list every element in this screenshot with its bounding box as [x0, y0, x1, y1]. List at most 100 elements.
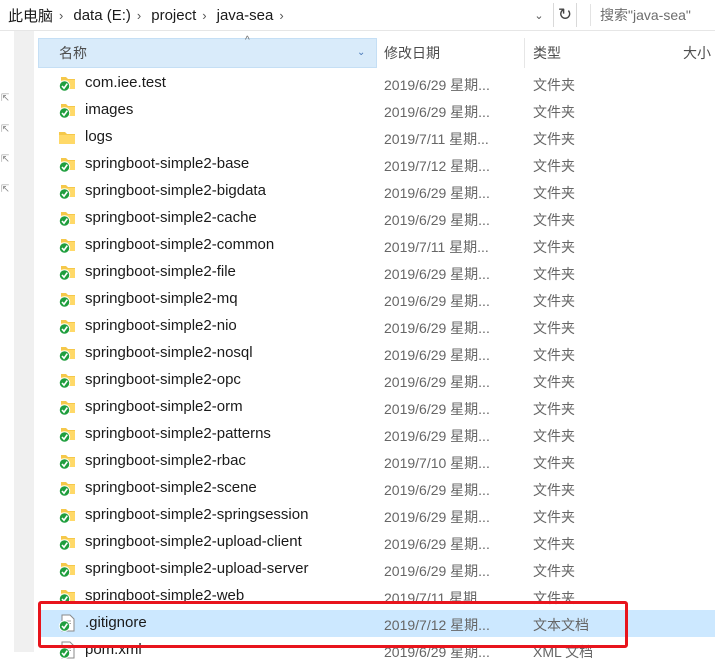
- file-date: 2019/6/29 星期...: [384, 482, 490, 498]
- file-row[interactable]: springboot-simple2-rbac 2019/7/10 星期... 文件…: [38, 448, 715, 475]
- column-header-name[interactable]: 名称 ^ ⌄: [38, 35, 377, 68]
- column-header-type[interactable]: 类型: [533, 38, 683, 68]
- file-type: 文件夹: [533, 536, 575, 552]
- file-name: springboot-simple2-bigdata: [85, 182, 266, 199]
- file-name: springboot-simple2-cache: [85, 209, 257, 226]
- file-row[interactable]: springboot-simple2-mq 2019/6/29 星期... 文件夹: [38, 286, 715, 313]
- file-row[interactable]: springboot-simple2-file 2019/6/29 星期... 文件…: [38, 259, 715, 286]
- file-name: springboot-simple2-upload-client: [85, 533, 302, 550]
- file-name: springboot-simple2-nio: [85, 317, 237, 334]
- breadcrumb-project[interactable]: project: [143, 7, 200, 24]
- file-name: images: [85, 101, 134, 118]
- file-row[interactable]: springboot-simple2-base 2019/7/12 星期... 文件…: [38, 151, 715, 178]
- file-date: 2019/6/29 星期...: [384, 77, 490, 93]
- navigation-pane-edge: ⇱ ⇱ ⇱ ⇱: [0, 31, 14, 652]
- column-header-type-label: 类型: [533, 45, 561, 61]
- file-type: 文件夹: [533, 320, 575, 336]
- file-type: 文件夹: [533, 401, 575, 417]
- file-row[interactable]: springboot-simple2-common 2019/7/11 星期...…: [38, 232, 715, 259]
- file-row[interactable]: springboot-simple2-patterns 2019/6/29 星期.…: [38, 421, 715, 448]
- file-row[interactable]: springboot-simple2-bigdata 2019/6/29 星期..…: [38, 178, 715, 205]
- address-history-dropdown-icon[interactable]: ⌄: [529, 4, 549, 26]
- folder-git-check-icon: [58, 74, 76, 92]
- search-input[interactable]: 搜索"java-sea": [590, 4, 715, 26]
- refresh-icon[interactable]: ↻: [553, 3, 577, 27]
- breadcrumb-drive-e[interactable]: data (E:): [65, 7, 135, 24]
- file-name: springboot-simple2-base: [85, 155, 250, 172]
- file-row[interactable]: springboot-simple2-cache 2019/6/29 星期... 文…: [38, 205, 715, 232]
- file-date: 2019/7/11 星期...: [384, 131, 489, 147]
- file-type: 文件夹: [533, 185, 575, 201]
- column-header-row: 名称 ^ ⌄ 修改日期 类型 大小: [38, 35, 715, 68]
- column-filter-dropdown-icon[interactable]: ⌄: [357, 47, 365, 58]
- folder-git-check-icon: [58, 209, 76, 227]
- folder-git-check-icon: [58, 236, 76, 254]
- folder-git-check-icon: [58, 479, 76, 497]
- folder-git-check-icon: [58, 371, 76, 389]
- file-row[interactable]: logs 2019/7/11 星期... 文件夹: [38, 124, 715, 151]
- file-name: springboot-simple2-springsession: [85, 506, 309, 523]
- folder-git-check-icon: [58, 398, 76, 416]
- breadcrumb-chevron-icon[interactable]: ›: [277, 8, 285, 23]
- file-type: 文件夹: [533, 455, 575, 471]
- pin-icon: ⇱: [1, 124, 10, 135]
- pin-icon: ⇱: [1, 154, 10, 165]
- file-date: 2019/6/29 星期...: [384, 428, 490, 444]
- file-date: 2019/7/10 星期...: [384, 455, 490, 471]
- file-row[interactable]: images 2019/6/29 星期... 文件夹: [38, 97, 715, 124]
- breadcrumb-this-pc[interactable]: 此电脑: [0, 5, 57, 26]
- file-row[interactable]: springboot-simple2-upload-client 2019/6/2…: [38, 529, 715, 556]
- file-row[interactable]: springboot-simple2-nio 2019/6/29 星期... 文件夹: [38, 313, 715, 340]
- address-bar: 此电脑 › data (E:) › project › java-sea › ⌄…: [0, 0, 715, 31]
- breadcrumb-java-sea[interactable]: java-sea: [209, 7, 278, 24]
- column-header-date[interactable]: 修改日期: [384, 38, 525, 68]
- file-row[interactable]: springboot-simple2-springsession 2019/6/2…: [38, 502, 715, 529]
- file-date: 2019/7/12 星期...: [384, 158, 490, 174]
- file-type: 文件夹: [533, 239, 575, 255]
- file-type: 文件夹: [533, 131, 575, 147]
- column-header-date-label: 修改日期: [384, 45, 440, 61]
- file-type: 文件夹: [533, 77, 575, 93]
- pin-icon: ⇱: [1, 93, 10, 104]
- folder-icon: [58, 128, 76, 146]
- file-type: 文件夹: [533, 509, 575, 525]
- breadcrumb-chevron-icon[interactable]: ›: [57, 8, 65, 23]
- file-name: springboot-simple2-file: [85, 263, 236, 280]
- file-name: springboot-simple2-nosql: [85, 344, 253, 361]
- file-row[interactable]: springboot-simple2-upload-server 2019/6/2…: [38, 556, 715, 583]
- folder-git-check-icon: [58, 263, 76, 281]
- file-type: 文件夹: [533, 428, 575, 444]
- file-name: springboot-simple2-orm: [85, 398, 243, 415]
- file-type: 文件夹: [533, 293, 575, 309]
- column-header-size[interactable]: 大小: [683, 38, 715, 68]
- breadcrumb-chevron-icon[interactable]: ›: [135, 8, 143, 23]
- file-name: springboot-simple2-rbac: [85, 452, 246, 469]
- file-name: springboot-simple2-common: [85, 236, 275, 253]
- file-date: 2019/6/29 星期...: [384, 536, 490, 552]
- folder-git-check-icon: [58, 425, 76, 443]
- column-header-size-label: 大小: [683, 45, 711, 61]
- folder-git-check-icon: [58, 344, 76, 362]
- file-date: 2019/6/29 星期...: [384, 320, 490, 336]
- file-name: springboot-simple2-upload-server: [85, 560, 309, 577]
- file-date: 2019/6/29 星期...: [384, 185, 490, 201]
- folder-git-check-icon: [58, 533, 76, 551]
- navigation-pane-scrollbar[interactable]: [14, 31, 34, 652]
- sort-ascending-icon: ^: [245, 35, 250, 46]
- file-row[interactable]: springboot-simple2-nosql 2019/6/29 星期... 文…: [38, 340, 715, 367]
- file-date: 2019/6/29 星期...: [384, 104, 490, 120]
- file-row[interactable]: springboot-simple2-orm 2019/6/29 星期... 文件夹: [38, 394, 715, 421]
- folder-git-check-icon: [58, 290, 76, 308]
- folder-git-check-icon: [58, 560, 76, 578]
- file-type: 文件夹: [533, 374, 575, 390]
- file-row[interactable]: com.iee.test 2019/6/29 星期... 文件夹: [38, 70, 715, 97]
- column-header-name-label: 名称: [59, 45, 87, 61]
- file-name: logs: [85, 128, 113, 145]
- folder-git-check-icon: [58, 452, 76, 470]
- file-row[interactable]: springboot-simple2-opc 2019/6/29 星期... 文件夹: [38, 367, 715, 394]
- file-date: 2019/6/29 星期...: [384, 347, 490, 363]
- folder-git-check-icon: [58, 182, 76, 200]
- file-type: 文件夹: [533, 104, 575, 120]
- breadcrumb-chevron-icon[interactable]: ›: [200, 8, 208, 23]
- file-row[interactable]: springboot-simple2-scene 2019/6/29 星期... 文…: [38, 475, 715, 502]
